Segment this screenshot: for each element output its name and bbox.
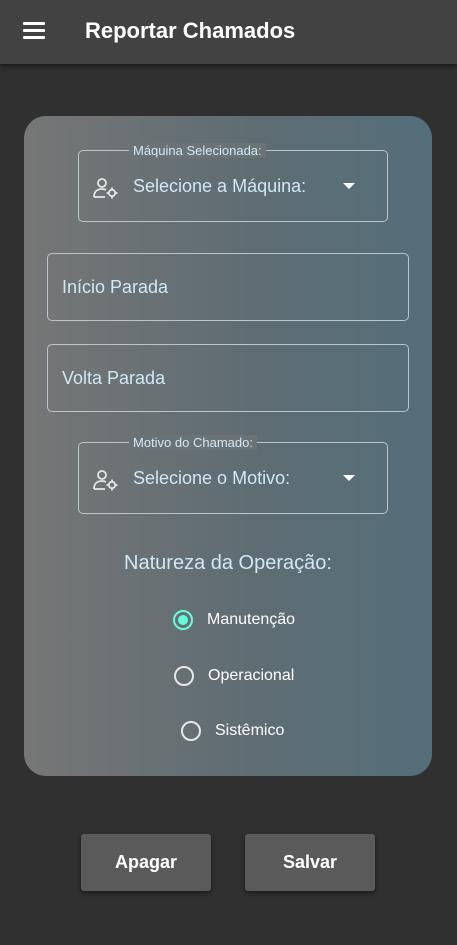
inicio-parada-label: Início Parada — [62, 277, 169, 297]
motivo-dropdown-value: Selecione o Motivo: — [133, 468, 291, 488]
radio-label: Operacional — [208, 667, 295, 684]
radio-option-operacional[interactable]: Operacional — [174, 666, 294, 686]
page-title: Reportar Chamados — [85, 18, 296, 43]
radio-button[interactable] — [174, 666, 194, 686]
volta-parada-field[interactable]: Volta Parada — [47, 344, 409, 412]
motivo-dropdown[interactable]: Motivo do Chamado: Selecione o Motivo: — [78, 435, 388, 514]
form-card: Máquina Selecionada: Selecione a Máquina… — [24, 116, 432, 776]
chevron-down-icon — [343, 475, 355, 481]
natureza-title: Natureza da Operação: — [124, 552, 332, 574]
machine-dropdown-legend: Máquina Selecionada: — [129, 143, 266, 158]
volta-parada-label: Volta Parada — [62, 368, 166, 388]
radio-option-manutencao[interactable]: Manutenção — [173, 610, 295, 630]
salvar-button[interactable]: Salvar — [245, 834, 375, 891]
radio-button-checked[interactable] — [173, 610, 193, 630]
apagar-button[interactable]: Apagar — [81, 834, 211, 891]
machine-dropdown-value: Selecione a Máquina: — [133, 176, 307, 196]
radio-button[interactable] — [181, 721, 201, 741]
radio-label: Manutenção — [207, 611, 296, 628]
person-gear-icon — [93, 178, 118, 199]
machine-dropdown[interactable]: Máquina Selecionada: Selecione a Máquina… — [78, 143, 388, 222]
app-bar: Reportar Chamados — [0, 0, 457, 64]
chevron-down-icon — [343, 183, 355, 189]
radio-option-sistemico[interactable]: Sistêmico — [181, 721, 284, 741]
motivo-dropdown-legend: Motivo do Chamado: — [129, 435, 257, 450]
person-gear-icon — [93, 470, 118, 491]
menu-icon[interactable] — [23, 22, 45, 40]
inicio-parada-field[interactable]: Início Parada — [47, 253, 409, 321]
radio-label: Sistêmico — [215, 722, 285, 739]
